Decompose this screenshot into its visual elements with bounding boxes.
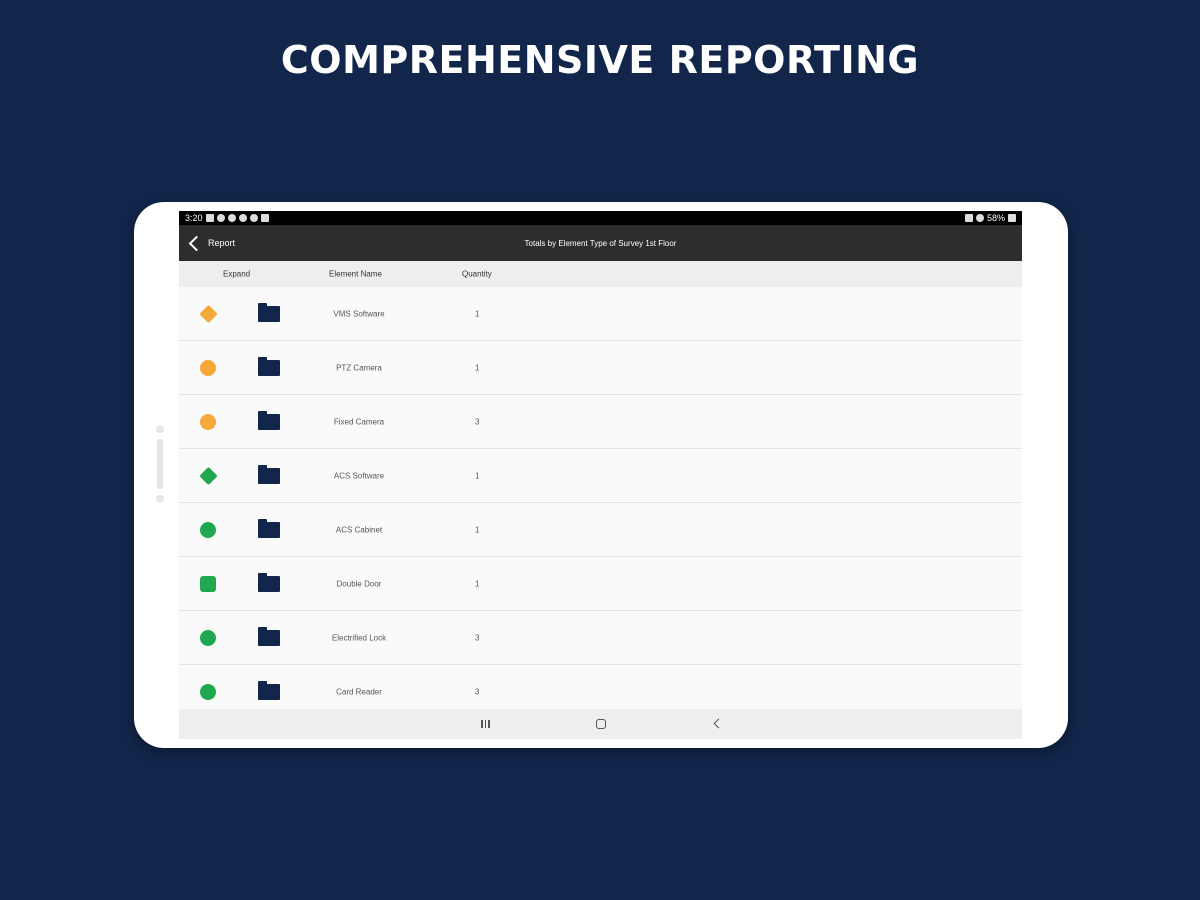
- element-name-cell: ACS Cabinet: [335, 525, 383, 534]
- element-name-cell: PTZ Camera: [336, 363, 382, 372]
- back-label: Report: [208, 238, 236, 248]
- vms-software-icon: [199, 304, 218, 323]
- table-row[interactable]: Fixed Camera 3: [179, 395, 1022, 449]
- card-reader-icon: [200, 683, 216, 700]
- table-header: Expand Element Name Quantity: [179, 261, 1022, 287]
- notification-icon: [238, 214, 247, 222]
- mute-icon: [964, 214, 973, 222]
- notification-icon: [260, 214, 269, 222]
- quantity-cell: 3: [475, 633, 480, 642]
- home-icon[interactable]: [596, 719, 606, 729]
- folder-icon[interactable]: [258, 356, 280, 376]
- android-nav-bar: [179, 709, 1022, 739]
- chevron-left-icon: [188, 235, 205, 251]
- element-name-cell: ACS Software: [333, 471, 385, 480]
- header-expand: Expand: [223, 269, 251, 279]
- table-row[interactable]: PTZ Camera 1: [179, 341, 1022, 395]
- electrified-lock-icon: [200, 629, 216, 646]
- double-door-icon: [200, 575, 216, 592]
- table-row[interactable]: Electrified Lock 3: [179, 611, 1022, 665]
- table-body: VMS Software 1 PTZ Camera 1 Fixed Camera 3 ACS…: [179, 287, 1022, 719]
- table-row[interactable]: Double Door 1: [179, 557, 1022, 611]
- page-title: Totals by Element Type of Survey 1st Flo…: [524, 238, 677, 248]
- wifi-icon: [975, 214, 984, 222]
- notification-icon: [227, 214, 236, 222]
- table-row[interactable]: ACS Cabinet 1: [179, 503, 1022, 557]
- acs-cabinet-icon: [200, 521, 216, 538]
- header-quantity: Quantity: [462, 269, 492, 279]
- quantity-cell: 3: [475, 687, 480, 696]
- element-name-cell: Double Door: [336, 579, 382, 588]
- folder-icon[interactable]: [258, 410, 280, 430]
- ptz-camera-icon: [200, 359, 216, 376]
- fixed-camera-icon: [200, 413, 216, 430]
- folder-icon[interactable]: [258, 680, 280, 700]
- folder-icon[interactable]: [258, 518, 280, 538]
- back-button[interactable]: Report: [179, 235, 236, 251]
- element-name-cell: VMS Software: [333, 309, 385, 318]
- folder-icon[interactable]: [258, 302, 280, 322]
- quantity-cell: 1: [475, 363, 480, 372]
- element-name-cell: Fixed Camera: [333, 417, 385, 426]
- tablet-side-buttons: [155, 425, 165, 525]
- folder-icon[interactable]: [258, 572, 280, 592]
- status-time: 3:20: [185, 213, 203, 223]
- notification-icon: [249, 214, 258, 222]
- quantity-cell: 1: [475, 525, 480, 534]
- element-name-cell: Card Reader: [336, 687, 382, 696]
- table-row[interactable]: VMS Software 1: [179, 287, 1022, 341]
- folder-icon[interactable]: [258, 464, 280, 484]
- quantity-cell: 3: [475, 417, 480, 426]
- status-bar: 3:20 58%: [179, 211, 1022, 225]
- back-nav-icon[interactable]: [713, 718, 724, 729]
- battery-level: 58%: [986, 213, 1005, 223]
- recent-apps-icon[interactable]: [481, 720, 490, 728]
- app-bar: Report Totals by Element Type of Survey …: [179, 225, 1022, 261]
- acs-software-icon: [199, 466, 218, 485]
- table-row[interactable]: ACS Software 1: [179, 449, 1022, 503]
- quantity-cell: 1: [475, 309, 480, 318]
- folder-icon[interactable]: [258, 626, 280, 646]
- quantity-cell: 1: [475, 471, 480, 480]
- quantity-cell: 1: [475, 579, 480, 588]
- header-element-name: Element Name: [329, 269, 382, 279]
- tablet-screen: 3:20 58% Report Totals by Element Type o…: [179, 211, 1022, 739]
- page-headline: COMPREHENSIVE REPORTING: [280, 38, 920, 82]
- notification-icon: [205, 214, 214, 222]
- element-name-cell: Electrified Lock: [331, 633, 387, 642]
- battery-icon: [1008, 214, 1016, 222]
- notification-icon: [216, 214, 225, 222]
